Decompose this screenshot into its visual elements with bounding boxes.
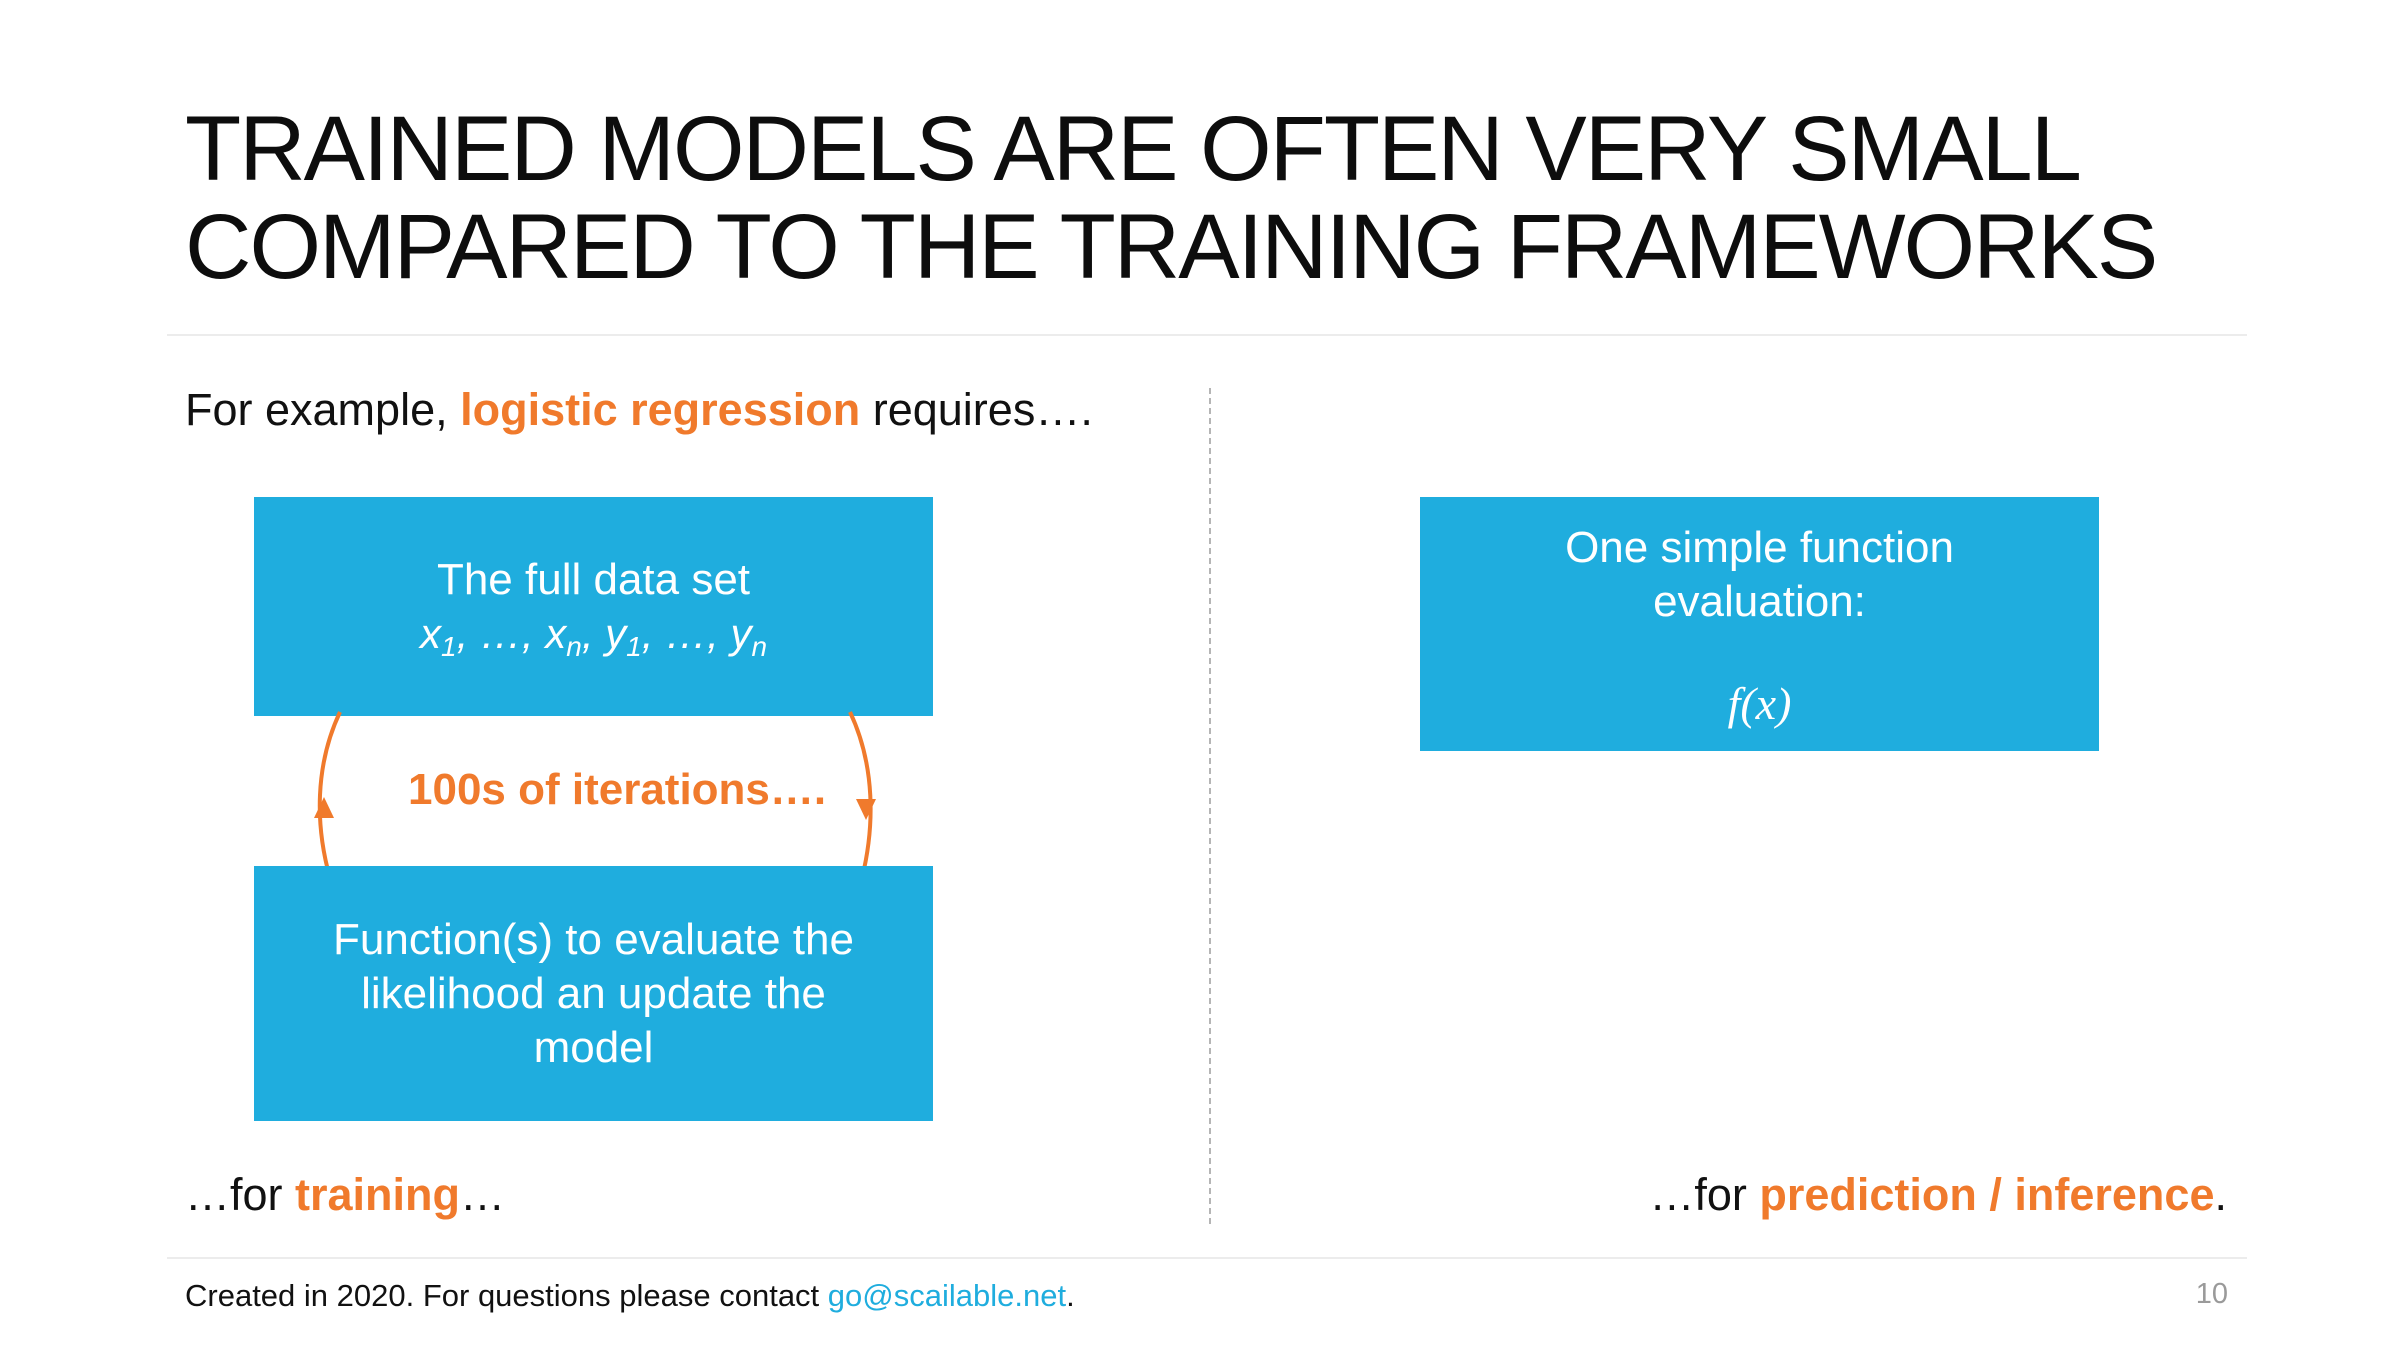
function-box-line-2: likelihood an update the — [361, 968, 826, 1018]
slide-title: TRAINED MODELS ARE OFTEN VERY SMALL COMP… — [185, 100, 2285, 296]
function-box-line-3: model — [533, 1022, 654, 1072]
eval-box-line-1: One simple function — [1565, 523, 1954, 572]
loop-arc-left — [317, 711, 342, 879]
intro-text: For example, logistic regression require… — [185, 380, 1093, 440]
inference-caption: …for prediction / inference. — [1649, 1169, 2227, 1220]
arrow-up-icon — [314, 797, 334, 818]
column-divider — [1209, 388, 1211, 1224]
contact-email-link[interactable]: go@scailable.net — [828, 1278, 1066, 1313]
data-set-label: The full data set — [436, 554, 751, 604]
slide-title-line-2: COMPARED TO THE TRAINING FRAMEWORKS — [185, 196, 2158, 298]
training-caption: …for training… — [185, 1169, 506, 1220]
title-divider — [167, 334, 2247, 336]
intro-highlight: logistic regression — [460, 384, 861, 435]
inference-highlight: prediction / inference — [1759, 1169, 2215, 1220]
function-evaluation-box: One simple function evaluation: f(x) — [1420, 497, 2099, 751]
loop-arc-right — [848, 711, 873, 879]
function-box-line-1: Function(s) to evaluate the — [333, 914, 854, 964]
arrow-down-icon — [856, 799, 876, 820]
eval-formula: f(x) — [1727, 678, 1792, 729]
training-highlight: training — [295, 1169, 461, 1220]
data-set-formula: x1, …, xn, y1, …, yn — [419, 609, 768, 662]
page-number: 10 — [2195, 1278, 2228, 1310]
intro-suffix: requires…. — [860, 384, 1093, 435]
likelihood-function-box: Function(s) to evaluate the likelihood a… — [254, 866, 933, 1121]
footer-text: Created in 2020. For questions please co… — [185, 1278, 1075, 1313]
slide-title-line-1: TRAINED MODELS ARE OFTEN VERY SMALL — [185, 98, 2082, 200]
data-set-box: The full data set x1, …, xn, y1, …, yn — [254, 497, 933, 716]
footer-divider — [167, 1257, 2247, 1259]
iterations-label: 100s of iterations…. — [408, 765, 827, 814]
eval-box-line-2: evaluation: — [1653, 577, 1866, 626]
intro-prefix: For example, — [185, 384, 461, 435]
